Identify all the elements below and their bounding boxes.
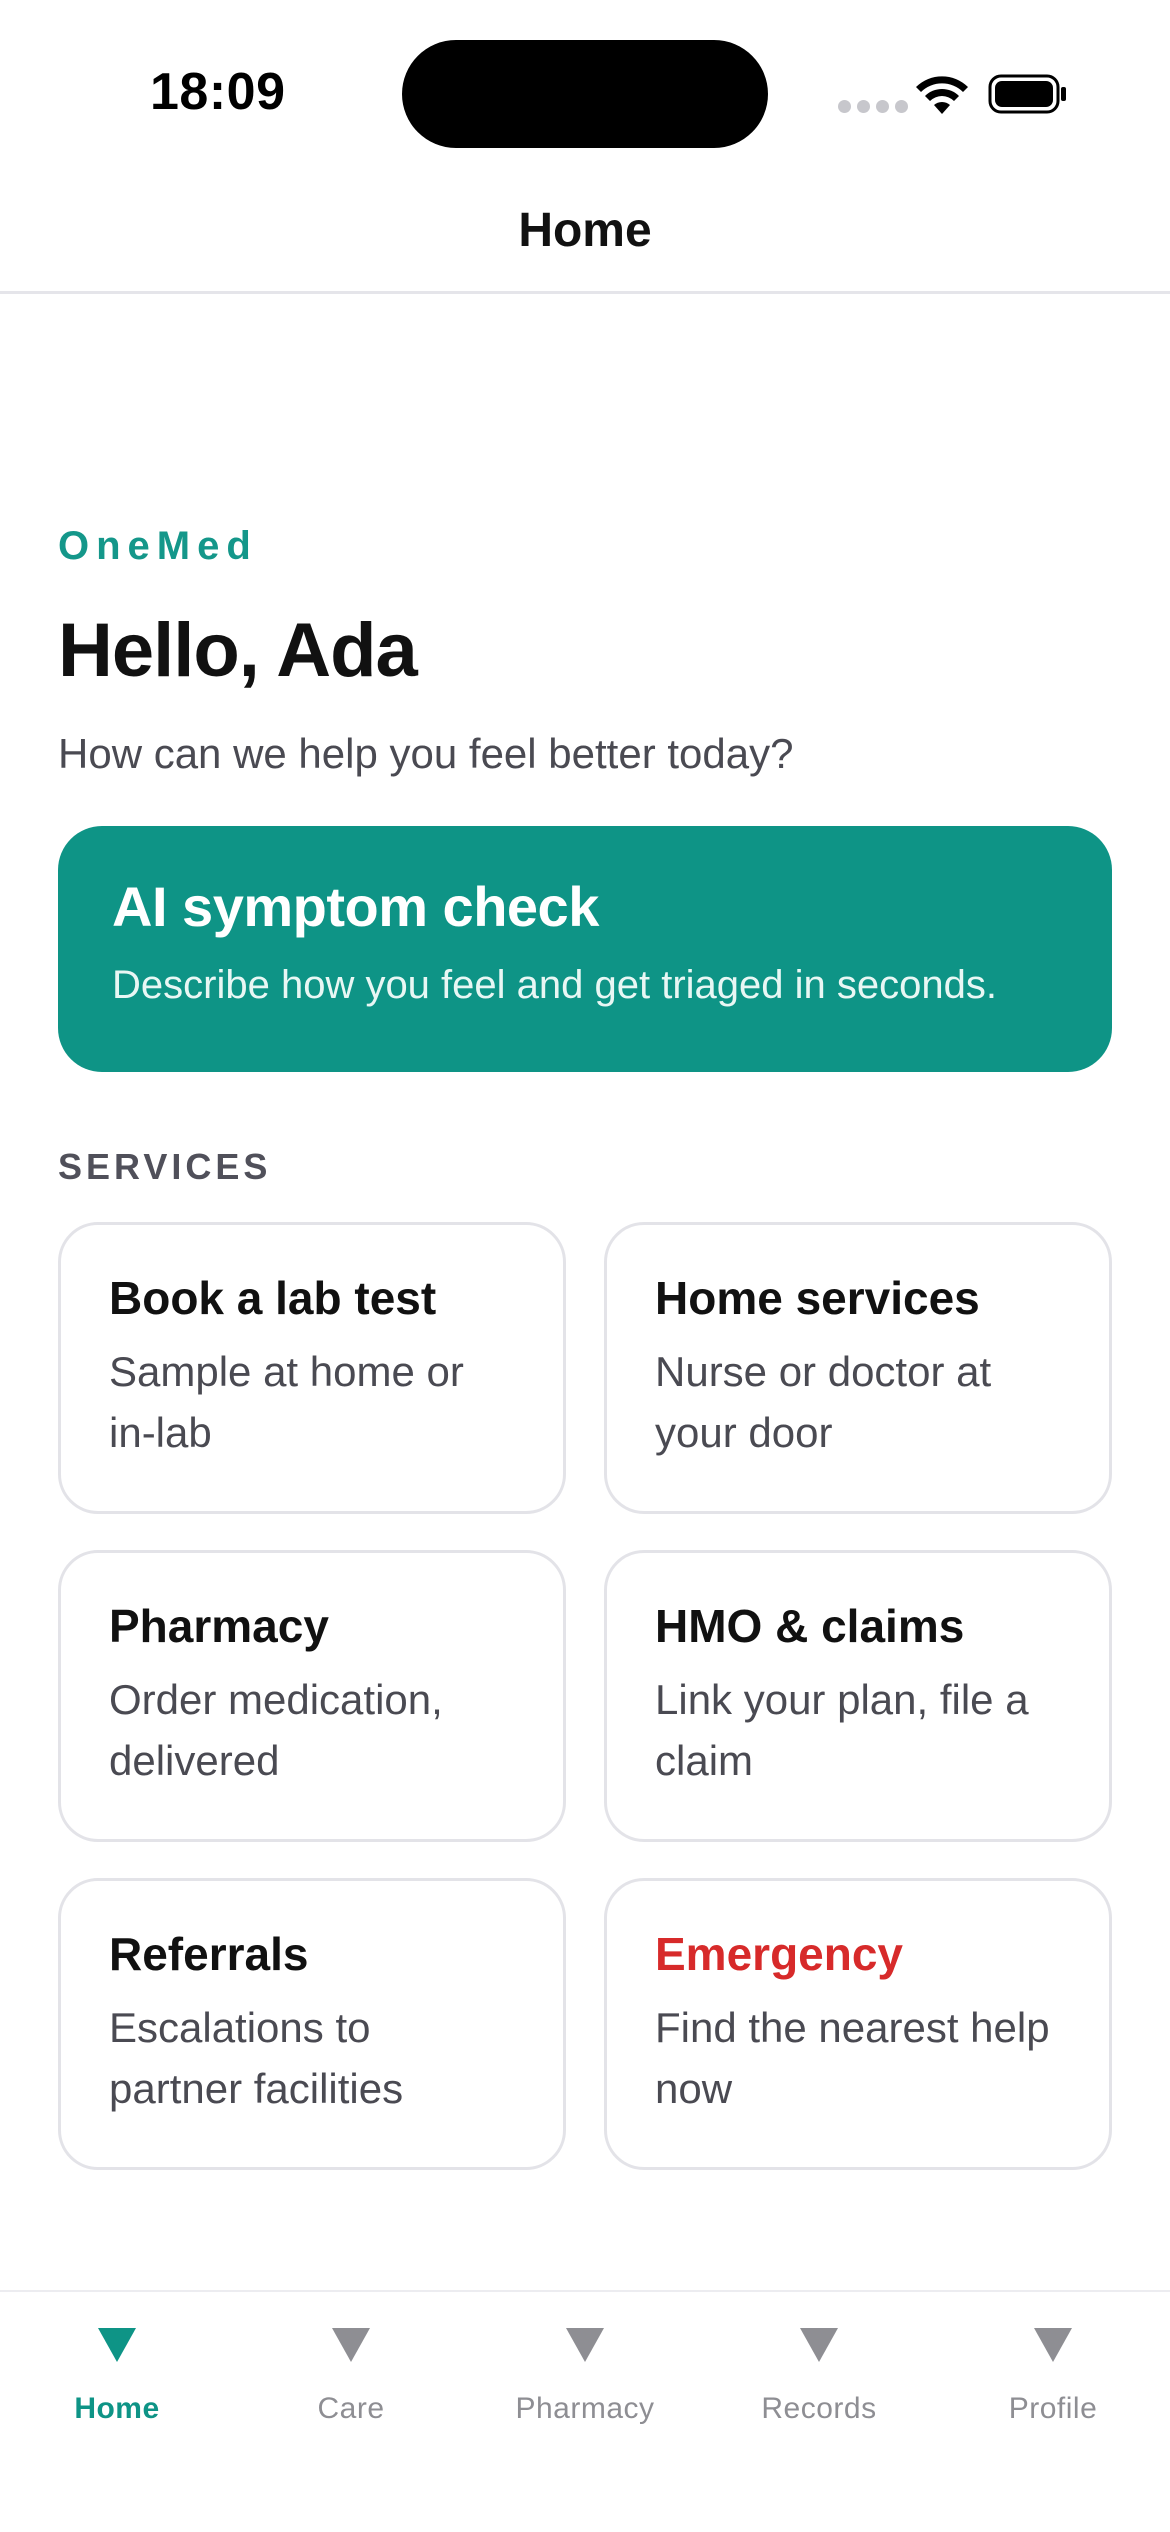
tab-pharmacy[interactable]: Pharmacy xyxy=(468,2292,702,2532)
greeting-heading: Hello, Ada xyxy=(58,608,418,693)
services-grid: Book a lab test Sample at home or in-lab… xyxy=(58,1222,1112,2170)
status-time: 18:09 xyxy=(150,63,286,121)
dynamic-island xyxy=(402,40,768,148)
service-title: Pharmacy xyxy=(109,1600,329,1652)
status-bar: 18:09 xyxy=(0,0,1170,180)
tab-label: Home xyxy=(74,2392,160,2425)
triangle-down-icon xyxy=(1034,2328,1072,2362)
ai-symptom-check-card[interactable]: AI symptom check Describe how you feel a… xyxy=(58,826,1112,1072)
tab-care[interactable]: Care xyxy=(234,2292,468,2532)
service-description: Link your plan, file a claim xyxy=(655,1676,1029,1784)
ai-card-title: AI symptom check xyxy=(112,875,599,938)
greeting-subtitle: How can we help you feel better today? xyxy=(58,730,794,777)
brand-name: OneMed xyxy=(58,524,258,568)
tab-label: Records xyxy=(761,2392,877,2425)
tab-label: Care xyxy=(317,2392,385,2425)
triangle-down-icon xyxy=(98,2328,136,2362)
navigation-header: Home xyxy=(0,180,1170,294)
page-title: Home xyxy=(518,204,652,257)
tab-label: Pharmacy xyxy=(515,2392,655,2425)
wifi-icon xyxy=(916,76,968,114)
cellular-signal-icon xyxy=(838,100,908,113)
battery-icon xyxy=(988,74,1066,114)
service-description: Sample at home or in-lab xyxy=(109,1348,464,1456)
service-title: Referrals xyxy=(109,1928,309,1980)
service-title: HMO & claims xyxy=(655,1600,965,1652)
service-title: Emergency xyxy=(655,1928,904,1980)
service-card-emergency[interactable]: Emergency Find the nearest help now xyxy=(604,1878,1112,2170)
service-card-referrals[interactable]: Referrals Escalations to partner facilit… xyxy=(58,1878,566,2170)
tab-home[interactable]: Home xyxy=(0,2292,234,2532)
tab-label: Profile xyxy=(1008,2392,1098,2425)
ai-card-description: Describe how you feel and get triaged in… xyxy=(112,963,997,1007)
service-description: Find the nearest help now xyxy=(655,2004,1050,2112)
service-title: Home services xyxy=(655,1272,980,1324)
service-description: Order medication, delivered xyxy=(109,1676,443,1784)
triangle-down-icon xyxy=(566,2328,604,2362)
triangle-down-icon xyxy=(332,2328,370,2362)
tab-records[interactable]: Records xyxy=(702,2292,936,2532)
services-section-label: SERVICES xyxy=(58,1146,272,1187)
service-description: Escalations to partner facilities xyxy=(109,2004,404,2112)
tab-profile[interactable]: Profile xyxy=(936,2292,1170,2532)
triangle-down-icon xyxy=(800,2328,838,2362)
service-description: Nurse or doctor at your door xyxy=(655,1348,992,1456)
home-content: OneMed Hello, Ada How can we help you fe… xyxy=(58,524,1112,2170)
app-screen: 18:09 Home OneMed Hello, Ada How can we … xyxy=(0,0,1170,2532)
bottom-tab-bar: Home Care Pharmacy Records Profile xyxy=(0,2290,1170,2532)
service-title: Book a lab test xyxy=(109,1272,437,1324)
service-card-pharmacy[interactable]: Pharmacy Order medication, delivered xyxy=(58,1550,566,1842)
service-card-home-services[interactable]: Home services Nurse or doctor at your do… xyxy=(604,1222,1112,1514)
service-card-hmo-claims[interactable]: HMO & claims Link your plan, file a clai… xyxy=(604,1550,1112,1842)
service-card-lab-test[interactable]: Book a lab test Sample at home or in-lab xyxy=(58,1222,566,1514)
